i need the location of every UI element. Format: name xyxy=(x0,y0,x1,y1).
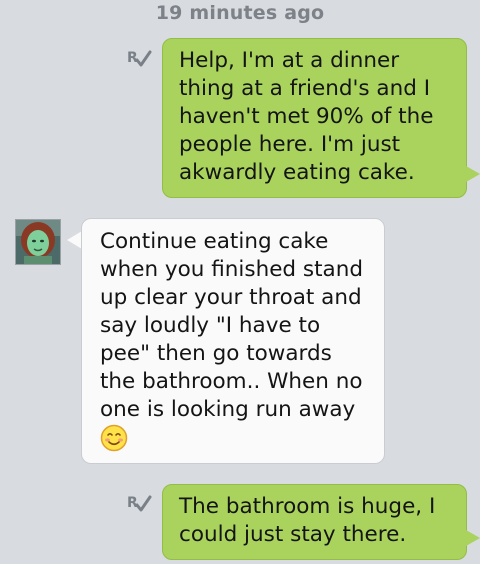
bubble-tail xyxy=(466,166,480,182)
message-line: Help, I'm at a dinner xyxy=(179,48,400,73)
message-line: the bathroom.. When no xyxy=(100,369,363,394)
smiling-face-icon xyxy=(100,424,128,452)
message-line: haven't met 90% of the xyxy=(179,104,434,129)
message-line: one is looking run away xyxy=(100,397,356,422)
message-line: when you finished stand xyxy=(100,257,363,282)
read-receipt-icon: R xyxy=(127,495,152,512)
svg-text:R: R xyxy=(127,495,138,511)
message-line: people here. I'm just xyxy=(179,132,401,157)
message-line: could just stay there. xyxy=(179,522,407,547)
read-receipt-icon: R xyxy=(127,50,152,67)
outgoing-message-bubble[interactable]: The bathroom is huge, I could just stay … xyxy=(162,484,467,560)
bubble-tail xyxy=(67,231,82,249)
message-line: Continue eating cake xyxy=(100,229,329,254)
message-line: akwardly eating cake. xyxy=(179,160,415,185)
message-timestamp: 19 minutes ago xyxy=(155,2,325,24)
contact-avatar[interactable] xyxy=(15,219,61,265)
message-line: up clear your throat and xyxy=(100,285,362,310)
outgoing-message-bubble[interactable]: Help, I'm at a dinner thing at a friend'… xyxy=(162,38,467,198)
message-line: thing at a friend's and I xyxy=(179,76,431,101)
message-line: say loudly "I have to xyxy=(100,313,321,338)
incoming-message-bubble[interactable]: Continue eating cake when you finished s… xyxy=(81,218,385,464)
message-line: The bathroom is huge, I xyxy=(179,494,436,519)
message-line: pee" then go towards xyxy=(100,341,332,366)
avatar-image xyxy=(16,220,60,264)
bubble-tail xyxy=(466,530,480,546)
svg-text:R: R xyxy=(127,50,138,66)
